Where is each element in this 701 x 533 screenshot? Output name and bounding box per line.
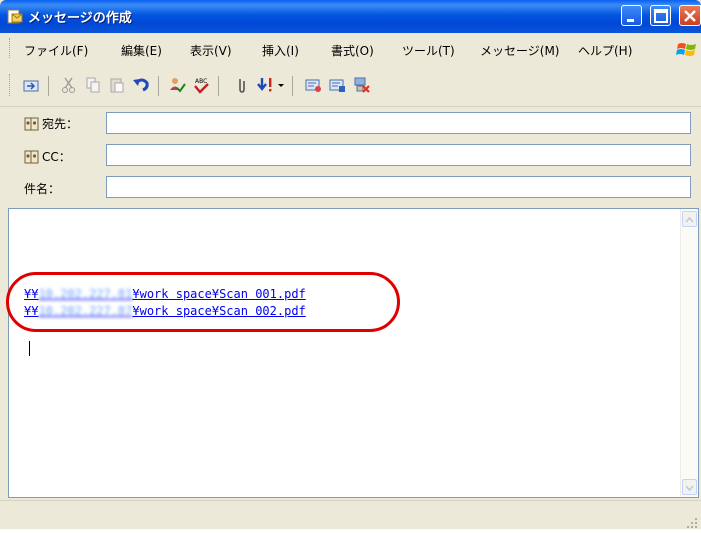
resize-grip-icon[interactable] (686, 514, 698, 528)
address-book-icon[interactable] (24, 149, 40, 164)
menu-message[interactable]: メッセージ(M) (480, 42, 559, 59)
maximize-button[interactable] (650, 5, 671, 26)
toolbar-grip-icon[interactable] (9, 74, 12, 96)
vertical-scrollbar[interactable] (680, 209, 698, 497)
close-button[interactable] (679, 5, 701, 26)
compose-window: メッセージの作成 ファイル(F) 編集(E) 表示(V) 挿入(I) 書式(O)… (0, 0, 701, 529)
attach-icon[interactable] (232, 76, 250, 94)
menu-file[interactable]: ファイル(F) (24, 42, 88, 59)
text-caret (29, 341, 30, 356)
menu-edit[interactable]: 編集(E) (121, 42, 162, 59)
menu-tools[interactable]: ツール(T) (402, 42, 455, 59)
to-input[interactable] (106, 112, 691, 134)
windows-logo-icon (676, 40, 698, 60)
scroll-up-button[interactable] (682, 211, 697, 227)
menubar-grip-icon[interactable] (9, 38, 12, 58)
toolbar-separator (48, 76, 49, 96)
subject-label: 件名： (24, 182, 61, 196)
to-label: 宛先： (42, 117, 79, 131)
title-bar[interactable]: メッセージの作成 (0, 0, 701, 33)
spelling-icon[interactable]: ABC (192, 76, 210, 94)
paste-icon[interactable] (108, 76, 126, 94)
menu-bar: ファイル(F) 編集(E) 表示(V) 挿入(I) 書式(O) ツール(T) メ… (0, 33, 701, 62)
cut-icon[interactable] (60, 76, 78, 94)
copy-icon[interactable] (84, 76, 102, 94)
toolbar-separator (292, 76, 293, 96)
compose-mail-icon (7, 8, 23, 24)
send-icon[interactable] (22, 76, 40, 94)
undo-icon[interactable] (132, 76, 150, 94)
menu-format[interactable]: 書式(O) (331, 42, 374, 59)
menu-view[interactable]: 表示(V) (190, 42, 232, 59)
toolbar-separator (158, 76, 159, 96)
toolbar: ABC (0, 62, 701, 107)
cc-input[interactable] (106, 144, 691, 166)
check-names-icon[interactable] (168, 76, 186, 94)
subject-input[interactable] (106, 176, 691, 198)
message-body[interactable] (8, 208, 699, 498)
minimize-button[interactable] (621, 5, 642, 26)
address-book-icon[interactable] (24, 116, 40, 131)
window-title: メッセージの作成 (28, 11, 132, 26)
toolbar-separator (218, 76, 219, 96)
offline-icon[interactable] (352, 76, 370, 94)
scroll-down-button[interactable] (682, 479, 697, 495)
menu-insert[interactable]: 挿入(I) (262, 42, 299, 59)
priority-icon[interactable] (256, 76, 274, 94)
svg-text:ABC: ABC (195, 78, 207, 85)
status-bar (0, 500, 701, 529)
encrypt-icon[interactable] (328, 76, 346, 94)
cc-label: CC： (42, 150, 71, 164)
menu-help[interactable]: ヘルプ(H) (578, 42, 632, 59)
sign-icon[interactable] (304, 76, 322, 94)
links-highlight-ellipse (6, 272, 400, 332)
